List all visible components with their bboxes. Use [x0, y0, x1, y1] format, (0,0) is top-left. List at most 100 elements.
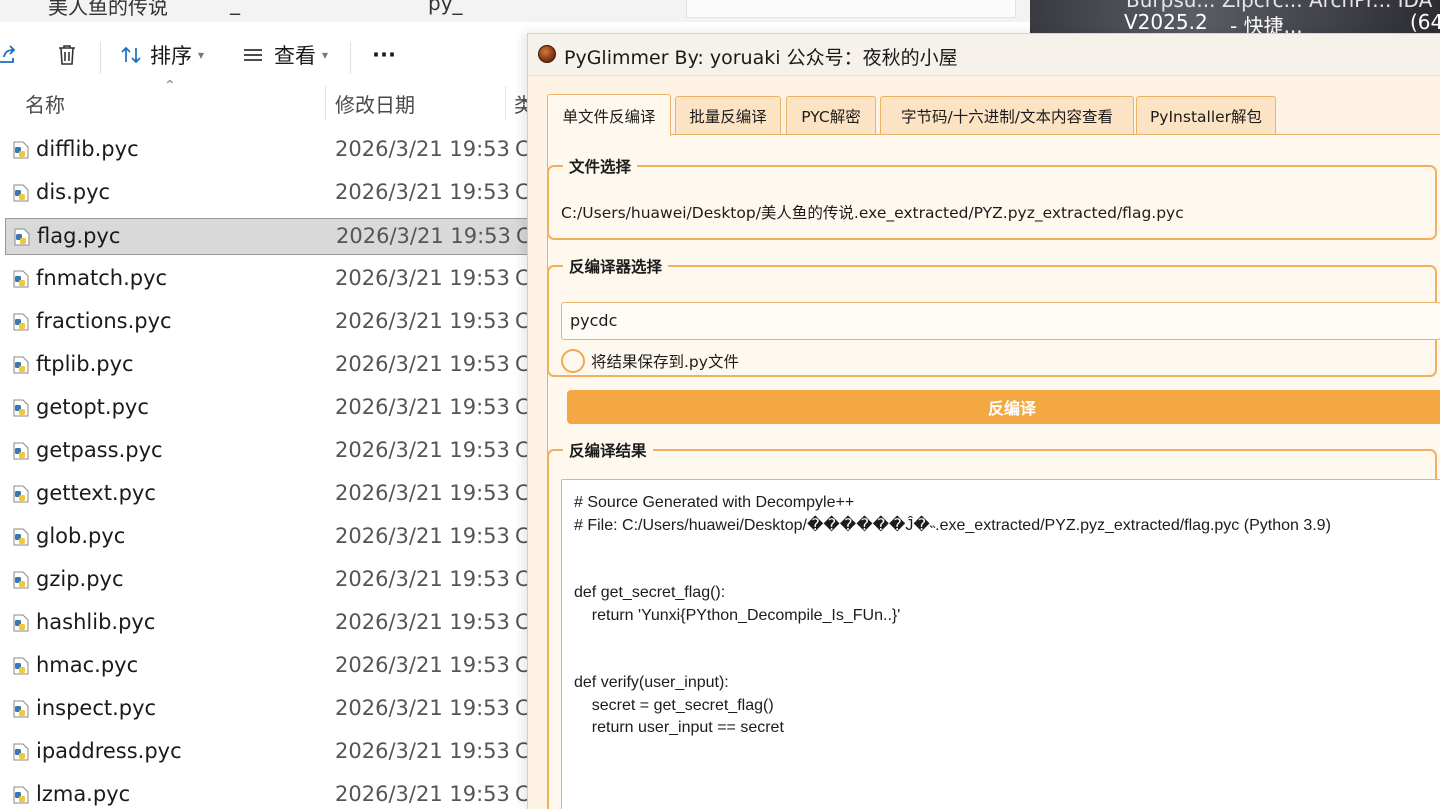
file-modified-date: 2026/3/21 19:53 [335, 524, 510, 548]
python-file-icon [13, 743, 29, 761]
desktop: 美人鱼的传说 _ py_ Burpsu... Zipcrc... ArchPr.… [0, 0, 1440, 809]
decompile-button[interactable]: 反编译 [567, 390, 1440, 424]
file-name: difflib.pyc [36, 137, 139, 161]
pyglimmer-window: PyGlimmer By: yoruaki 公众号：夜秋的小屋 单文件反编译 批… [527, 33, 1440, 809]
file-list-header: ⌃ 名称 修改日期 类 [0, 78, 534, 122]
tab-bytecode-viewer[interactable]: 字节码/十六进制/文本内容查看 [880, 96, 1134, 134]
file-name: lzma.pyc [36, 782, 131, 806]
file-row[interactable]: glob.pyc 2026/3/21 19:53 C [5, 519, 565, 556]
share-button[interactable] [0, 40, 18, 70]
python-file-icon [13, 442, 29, 460]
background-window: Burpsu... Zipcrc... ArchPr... IDA V2025.… [1030, 0, 1440, 36]
decompile-result-group: 反编译结果 # Source Generated with Decompyle+… [547, 439, 1440, 809]
tab-single-decompile[interactable]: 单文件反编译 [547, 94, 671, 136]
file-modified-date: 2026/3/21 19:53 [335, 481, 510, 505]
file-row[interactable]: dis.pyc 2026/3/21 19:53 C [5, 175, 565, 212]
delete-button[interactable] [56, 40, 78, 70]
python-file-icon [13, 700, 29, 718]
save-to-py-option[interactable]: 将结果保存到.py文件 [561, 349, 739, 373]
file-modified-date: 2026/3/21 19:53 [335, 137, 510, 161]
sort-icon [120, 44, 142, 66]
column-divider[interactable] [325, 86, 326, 120]
more-icon: ··· [372, 43, 396, 67]
python-file-icon [13, 141, 29, 159]
file-row[interactable]: hmac.pyc 2026/3/21 19:53 C [5, 648, 565, 685]
python-file-icon [13, 313, 29, 331]
python-file-icon [13, 571, 29, 589]
file-modified-date: 2026/3/21 19:53 [335, 782, 510, 806]
file-modified-date: 2026/3/21 19:53 [335, 395, 510, 419]
file-name: fractions.pyc [36, 309, 172, 333]
file-modified-date: 2026/3/21 19:53 [335, 653, 510, 677]
python-file-icon [13, 184, 29, 202]
decompiler-dropdown[interactable]: pycdc [561, 302, 1440, 340]
explorer-tab-strip: 美人鱼的传说 _ py_ [0, 0, 1030, 22]
view-list-icon [242, 46, 264, 64]
file-modified-date: 2026/3/21 19:53 [335, 610, 510, 634]
file-modified-date: 2026/3/21 19:53 [335, 567, 510, 591]
chevron-down-icon: ▾ [198, 48, 205, 62]
column-header-name[interactable]: 名称 [25, 89, 65, 118]
view-button[interactable]: 查看 ▾ [242, 40, 328, 70]
file-modified-date: 2026/3/21 19:53 [335, 739, 510, 763]
explorer-tab-fragment-2: py_ [428, 0, 463, 15]
python-file-icon [13, 270, 29, 288]
file-name: ftplib.pyc [36, 352, 134, 376]
file-name: gettext.pyc [36, 481, 156, 505]
tab-pyinstaller-unpack[interactable]: PyInstaller解包 [1136, 96, 1276, 134]
explorer-search-box[interactable] [686, 0, 1016, 18]
save-to-py-checkbox[interactable] [561, 349, 585, 373]
file-row[interactable]: gzip.pyc 2026/3/21 19:53 C [5, 562, 565, 599]
file-name: getpass.pyc [36, 438, 163, 462]
file-row[interactable]: gettext.pyc 2026/3/21 19:53 C [5, 476, 565, 513]
column-header-modified[interactable]: 修改日期 [335, 89, 415, 118]
file-row[interactable]: getopt.pyc 2026/3/21 19:53 C [5, 390, 565, 427]
decompile-result-legend: 反编译结果 [563, 439, 653, 461]
file-modified-date: 2026/3/21 19:53 [335, 352, 510, 376]
file-row[interactable]: getpass.pyc 2026/3/21 19:53 C [5, 433, 565, 470]
decompiled-code: # Source Generated with Decompyle++ # Fi… [574, 494, 1331, 736]
file-name: getopt.pyc [36, 395, 149, 419]
explorer-tab-title[interactable]: 美人鱼的传说 [48, 0, 168, 20]
sort-button[interactable]: 排序 ▾ [120, 40, 204, 70]
file-select-group: 文件选择 C:/Users/huawei/Desktop/美人鱼的传说.exe_… [547, 155, 1437, 240]
tab-pyc-decrypt[interactable]: PYC解密 [786, 96, 876, 134]
file-row[interactable]: hashlib.pyc 2026/3/21 19:53 C [5, 605, 565, 642]
chevron-down-icon: ▾ [322, 48, 329, 62]
file-row[interactable]: ipaddress.pyc 2026/3/21 19:53 C [5, 734, 565, 771]
decompile-result-textarea[interactable]: # Source Generated with Decompyle++ # Fi… [561, 479, 1440, 809]
python-file-icon [13, 786, 29, 804]
background-arch: (64 [1410, 10, 1440, 34]
file-modified-date: 2026/3/21 19:53 [335, 180, 510, 204]
file-row[interactable]: difflib.pyc 2026/3/21 19:53 C [5, 132, 565, 169]
python-file-icon [13, 356, 29, 374]
file-name: ipaddress.pyc [36, 739, 182, 763]
file-row[interactable]: fractions.pyc 2026/3/21 19:53 C [5, 304, 565, 341]
python-file-icon [14, 228, 30, 246]
window-title: PyGlimmer By: yoruaki 公众号：夜秋的小屋 [564, 47, 958, 69]
toolbar-divider [100, 42, 101, 74]
decompiler-selected-value: pycdc [570, 311, 618, 330]
file-row[interactable]: lzma.pyc 2026/3/21 19:53 C [5, 777, 565, 809]
file-row[interactable]: ftplib.pyc 2026/3/21 19:53 C [5, 347, 565, 384]
file-row[interactable]: fnmatch.pyc 2026/3/21 19:53 C [5, 261, 565, 298]
column-divider[interactable] [505, 86, 506, 120]
decompiler-select-group: 反编译器选择 pycdc 将结果保存到.py文件 [547, 255, 1440, 377]
file-modified-date: 2026/3/21 19:53 [335, 309, 510, 333]
explorer-tab-fragment: _ [230, 0, 240, 15]
trash-icon [56, 43, 78, 67]
file-name: dis.pyc [36, 180, 111, 204]
file-name: fnmatch.pyc [36, 266, 168, 290]
tab-batch-decompile[interactable]: 批量反编译 [675, 96, 781, 134]
window-titlebar[interactable]: PyGlimmer By: yoruaki 公众号：夜秋的小屋 [528, 34, 1440, 76]
file-row[interactable]: inspect.pyc 2026/3/21 19:53 C [5, 691, 565, 728]
app-logo-icon [538, 45, 556, 63]
more-options-button[interactable]: ··· [372, 40, 396, 70]
file-modified-date: 2026/3/21 19:53 [335, 696, 510, 720]
file-name: flag.pyc [37, 224, 121, 248]
file-name: gzip.pyc [36, 567, 124, 591]
file-modified-date: 2026/3/21 19:53 [335, 266, 510, 290]
file-name: hashlib.pyc [36, 610, 156, 634]
selected-file-path[interactable]: C:/Users/huawei/Desktop/美人鱼的传说.exe_extra… [561, 201, 1184, 223]
file-row[interactable]: flag.pyc 2026/3/21 19:53 C [5, 218, 565, 255]
